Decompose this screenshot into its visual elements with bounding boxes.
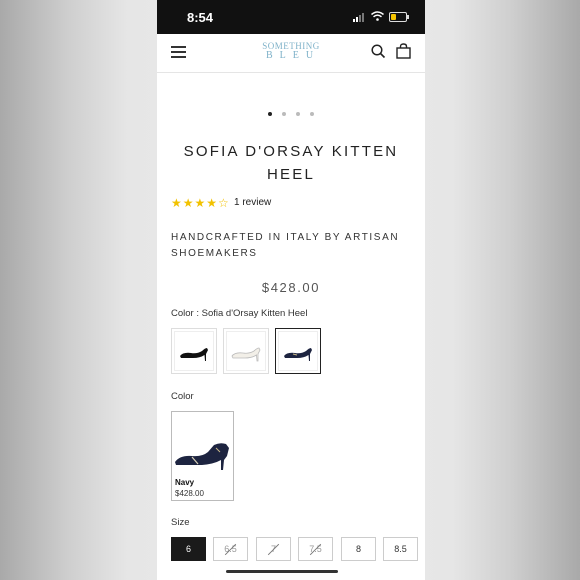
product-title-line1: SOFIA D'ORSAY KITTEN xyxy=(183,143,399,160)
color-card-navy[interactable]: Navy $428.00 xyxy=(171,411,234,501)
color-option-label: Color : Sofia d'Orsay Kitten Heel xyxy=(171,308,308,319)
status-time: 8:54 xyxy=(187,10,214,25)
gallery-dot[interactable] xyxy=(296,112,300,116)
size-label: Size xyxy=(171,517,190,528)
black-shoe-icon xyxy=(180,348,208,361)
gallery-dot[interactable] xyxy=(268,112,272,116)
white-shoe-icon xyxy=(231,347,261,362)
color-card-price: $428.00 xyxy=(175,489,204,498)
phone-screen: 8:54 SOMETHING BLEU SOFIA D'ORSAY KITTEN… xyxy=(157,0,425,580)
brand-logo[interactable]: SOMETHING BLEU xyxy=(247,41,335,61)
navy-shoe-icon xyxy=(284,348,312,361)
search-icon[interactable] xyxy=(371,44,386,59)
battery-icon xyxy=(389,12,409,22)
product-title: SOFIA D'ORSAY KITTEN HEEL xyxy=(157,140,425,186)
shopping-bag-icon[interactable] xyxy=(396,43,411,59)
review-count-link[interactable]: 1 review xyxy=(234,197,271,208)
product-title-line2: HEEL xyxy=(267,166,315,183)
site-header: SOMETHING BLEU xyxy=(157,34,425,73)
color-swatch-black[interactable] xyxy=(171,328,217,374)
navy-shoe-image xyxy=(175,443,229,470)
size-option-7-5[interactable]: 7.5 xyxy=(298,537,333,561)
size-option-8-5[interactable]: 8.5 xyxy=(383,537,418,561)
wifi-icon xyxy=(371,11,384,21)
size-option-8[interactable]: 8 xyxy=(341,537,376,561)
product-price: $428.00 xyxy=(261,280,321,295)
product-subtitle: HANDCRAFTED IN ITALY BY ARTISAN SHOEMAKE… xyxy=(171,232,400,259)
rating-stars[interactable]: ★★★★☆ xyxy=(171,196,230,210)
status-bar: 8:54 xyxy=(157,0,425,34)
cellular-signal-icon xyxy=(353,13,364,22)
size-option-6-5[interactable]: 6.5 xyxy=(213,537,248,561)
gallery-dot[interactable] xyxy=(310,112,314,116)
logo-line2: BLEU xyxy=(265,50,321,61)
color-card-name: Navy xyxy=(175,478,195,487)
size-option-7[interactable]: 7 xyxy=(256,537,291,561)
home-indicator xyxy=(226,570,338,573)
color-swatch-navy[interactable] xyxy=(275,328,321,374)
menu-icon[interactable] xyxy=(171,46,186,58)
size-option-6[interactable]: 6 xyxy=(171,537,206,561)
gallery-pagination xyxy=(157,112,425,116)
color-swatch-white[interactable] xyxy=(223,328,269,374)
color-section-label: Color xyxy=(171,391,194,402)
gallery-dot[interactable] xyxy=(282,112,286,116)
